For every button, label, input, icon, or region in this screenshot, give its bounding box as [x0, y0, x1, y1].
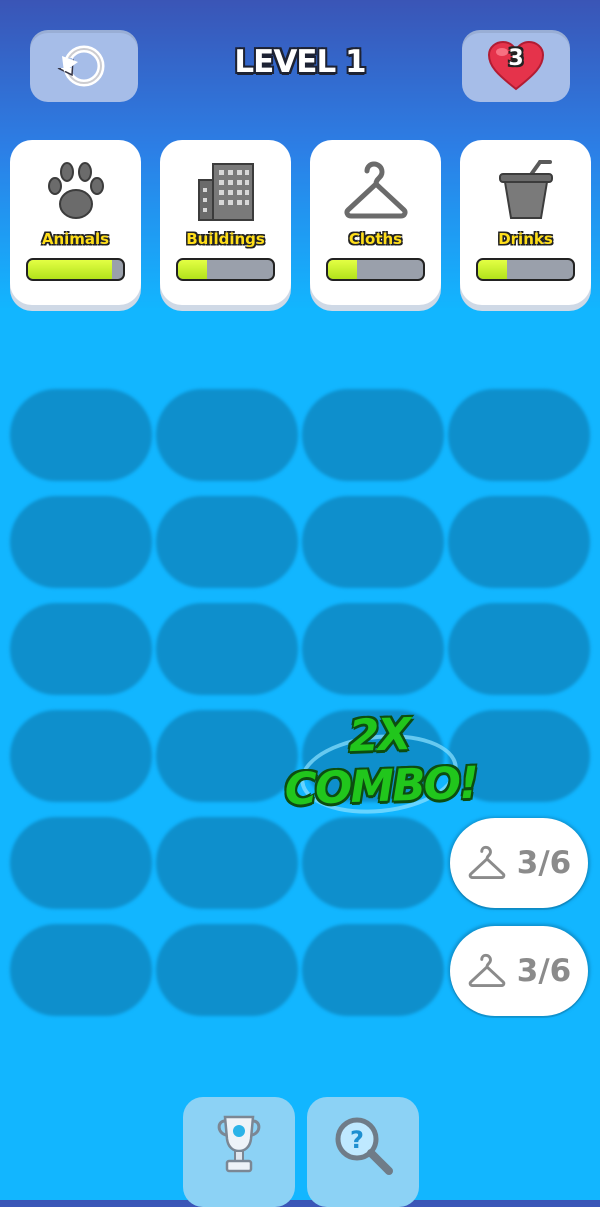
hint-search-button[interactable]: ? [307, 1097, 419, 1207]
category-card-buildings: Buildings [160, 140, 291, 305]
board-slot[interactable] [302, 817, 444, 909]
level-title: LEVEL 1 [234, 44, 366, 80]
heart-icon: 3 [487, 40, 545, 92]
category-card-drinks: Drinks [460, 140, 591, 305]
building-icon [197, 163, 254, 221]
board-slot[interactable] [156, 603, 298, 695]
hanger-icon [468, 953, 506, 987]
trophy-icon [217, 1115, 261, 1173]
counter-text: 3/6 [516, 953, 572, 989]
board-slot[interactable] [10, 603, 152, 695]
board-slot[interactable] [302, 389, 444, 481]
board-slot[interactable] [448, 603, 590, 695]
combo-text: 2X COMBO! [283, 708, 478, 816]
category-progress-bar [176, 258, 275, 281]
restart-button[interactable] [30, 30, 138, 102]
board-slot[interactable] [10, 389, 152, 481]
lives-count: 3 [508, 46, 524, 71]
category-card-animals: Animals [10, 140, 141, 305]
category-progress-bar [326, 258, 425, 281]
category-card-cloths: Cloths [310, 140, 441, 305]
board-slot[interactable] [156, 496, 298, 588]
category-label: Buildings [186, 230, 265, 248]
restart-icon [57, 45, 105, 87]
magnifier-hint-icon: ? [335, 1117, 393, 1175]
category-label: Animals [41, 230, 110, 248]
hanger-icon [344, 161, 407, 219]
board-slot[interactable] [302, 603, 444, 695]
board-slot[interactable] [10, 496, 152, 588]
board-slot[interactable] [10, 924, 152, 1016]
hanger-counter-tile[interactable]: 3/6 [450, 926, 588, 1016]
board-slot[interactable] [302, 496, 444, 588]
counter-text: 3/6 [516, 845, 572, 881]
board-slot[interactable] [156, 817, 298, 909]
category-label: Drinks [498, 230, 553, 248]
board-slot[interactable] [448, 496, 590, 588]
paw-icon [47, 162, 104, 219]
category-progress-bar [476, 258, 575, 281]
category-progress-bar [26, 258, 125, 281]
board-slot[interactable] [156, 389, 298, 481]
hanger-counter-tile[interactable]: 3/6 [450, 818, 588, 908]
board-slot[interactable] [302, 924, 444, 1016]
board-slot[interactable] [156, 924, 298, 1016]
trophy-button[interactable] [183, 1097, 295, 1207]
board-slot[interactable] [10, 710, 152, 802]
svg-text:?: ? [350, 1126, 364, 1154]
category-label: Cloths [348, 230, 403, 248]
board-slot[interactable] [448, 389, 590, 481]
board-slot[interactable] [10, 817, 152, 909]
cup-icon [498, 160, 553, 219]
lives-badge[interactable]: 3 [462, 30, 570, 102]
hanger-icon [468, 845, 506, 879]
